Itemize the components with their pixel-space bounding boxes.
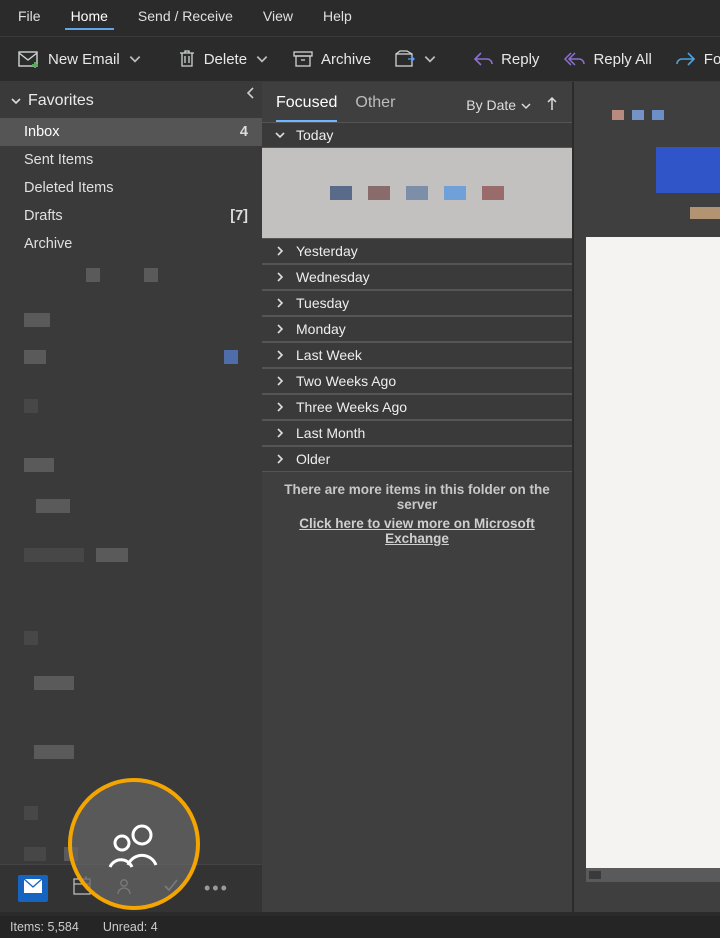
chevron-right-icon xyxy=(274,323,286,335)
favorites-header[interactable]: Favorites xyxy=(0,82,262,118)
chevron-right-icon xyxy=(274,349,286,361)
chevron-down-icon[interactable] xyxy=(255,52,269,66)
redacted-graphic xyxy=(656,147,720,193)
folder-label: Drafts xyxy=(24,208,63,224)
group-two-weeks-ago[interactable]: Two Weeks Ago xyxy=(262,368,572,394)
chevron-right-icon xyxy=(274,375,286,387)
folder-sent-items[interactable]: Sent Items xyxy=(0,146,262,174)
chevron-down-icon xyxy=(10,95,22,107)
collapse-nav-icon[interactable] xyxy=(246,86,256,104)
group-label: Older xyxy=(296,451,330,467)
horizontal-scrollbar[interactable] xyxy=(586,868,720,882)
redacted-text xyxy=(690,207,720,219)
message-item-redacted[interactable] xyxy=(262,148,572,238)
chevron-right-icon xyxy=(274,297,286,309)
forward-icon xyxy=(676,51,696,67)
chevron-down-icon xyxy=(520,100,532,112)
mail-plus-icon xyxy=(18,50,40,68)
reply-button[interactable]: Reply xyxy=(463,45,549,74)
sort-label: By Date xyxy=(466,97,516,113)
menu-help[interactable]: Help xyxy=(317,4,358,30)
group-today[interactable]: Today xyxy=(262,122,572,148)
folder-count: [7] xyxy=(230,208,248,224)
delete-button[interactable]: Delete xyxy=(168,43,279,75)
reply-all-label: Reply All xyxy=(593,51,651,68)
sort-by-date[interactable]: By Date xyxy=(466,97,532,113)
chevron-right-icon xyxy=(274,401,286,413)
chevron-right-icon xyxy=(274,427,286,439)
toolbar-ribbon: New Email Delete Archive Reply Reply All… xyxy=(0,36,720,82)
delete-label: Delete xyxy=(204,51,247,68)
reply-label: Reply xyxy=(501,51,539,68)
group-wednesday[interactable]: Wednesday xyxy=(262,264,572,290)
favorites-label: Favorites xyxy=(28,92,94,110)
new-email-label: New Email xyxy=(48,51,120,68)
annotation-highlight-people xyxy=(68,778,200,910)
group-last-month[interactable]: Last Month xyxy=(262,420,572,446)
group-label: Two Weeks Ago xyxy=(296,373,396,389)
move-button[interactable] xyxy=(385,44,447,74)
archive-icon xyxy=(293,50,313,68)
chevron-right-icon xyxy=(274,271,286,283)
folder-count: 4 xyxy=(240,124,248,140)
chevron-right-icon xyxy=(274,245,286,257)
people-icon xyxy=(104,819,164,869)
group-label: Wednesday xyxy=(296,269,370,285)
folder-label: Archive xyxy=(24,236,72,252)
group-label: Last Month xyxy=(296,425,365,441)
status-bar: Items: 5,584 Unread: 4 xyxy=(0,916,720,938)
chevron-right-icon xyxy=(274,453,286,465)
folder-archive[interactable]: Archive xyxy=(0,230,262,258)
sort-direction-icon[interactable] xyxy=(546,96,558,115)
reply-all-icon xyxy=(563,51,585,67)
forward-button[interactable]: Forward xyxy=(666,45,720,74)
status-unread: Unread: 4 xyxy=(103,920,158,934)
chevron-down-icon[interactable] xyxy=(423,52,437,66)
menu-home[interactable]: Home xyxy=(65,4,114,30)
redacted-header xyxy=(612,110,664,120)
folder-drafts[interactable]: Drafts [7] xyxy=(0,202,262,230)
folder-label: Sent Items xyxy=(24,152,93,168)
menu-file[interactable]: File xyxy=(12,4,47,30)
group-label: Three Weeks Ago xyxy=(296,399,407,415)
group-tuesday[interactable]: Tuesday xyxy=(262,290,572,316)
group-label: Tuesday xyxy=(296,295,349,311)
menu-send-receive[interactable]: Send / Receive xyxy=(132,4,239,30)
group-yesterday[interactable]: Yesterday xyxy=(262,238,572,264)
trash-icon xyxy=(178,49,196,69)
message-body xyxy=(586,237,720,868)
group-label: Last Week xyxy=(296,347,362,363)
archive-button[interactable]: Archive xyxy=(283,44,381,74)
reading-pane xyxy=(572,82,720,912)
group-label: Monday xyxy=(296,321,346,337)
group-older[interactable]: Older xyxy=(262,446,572,472)
nav-more-icon[interactable]: ••• xyxy=(204,878,229,899)
group-label: Yesterday xyxy=(296,243,358,259)
chevron-down-icon xyxy=(274,129,286,141)
tab-focused[interactable]: Focused xyxy=(276,88,337,122)
view-more-exchange-link[interactable]: Click here to view more on Microsoft Exc… xyxy=(299,516,535,546)
group-three-weeks-ago[interactable]: Three Weeks Ago xyxy=(262,394,572,420)
message-list-pane: Focused Other By Date Today Yesterday We… xyxy=(262,82,572,912)
group-last-week[interactable]: Last Week xyxy=(262,342,572,368)
move-to-folder-icon xyxy=(395,50,415,68)
status-items: Items: 5,584 xyxy=(10,920,79,934)
folder-inbox[interactable]: Inbox 4 xyxy=(0,118,262,146)
reply-icon xyxy=(473,51,493,67)
folder-label: Deleted Items xyxy=(24,180,113,196)
chevron-down-icon[interactable] xyxy=(128,52,142,66)
more-items-message: There are more items in this folder on t… xyxy=(262,472,572,512)
group-monday[interactable]: Monday xyxy=(262,316,572,342)
group-label: Today xyxy=(296,127,333,143)
nav-obscured-area xyxy=(0,258,262,864)
menu-view[interactable]: View xyxy=(257,4,299,30)
forward-label: Forward xyxy=(704,51,720,68)
tab-other[interactable]: Other xyxy=(355,88,395,122)
new-email-button[interactable]: New Email xyxy=(8,44,152,74)
folder-deleted-items[interactable]: Deleted Items xyxy=(0,174,262,202)
folder-label: Inbox xyxy=(24,124,59,140)
reply-all-button[interactable]: Reply All xyxy=(553,45,661,74)
archive-label: Archive xyxy=(321,51,371,68)
nav-mail-icon[interactable] xyxy=(18,875,48,902)
